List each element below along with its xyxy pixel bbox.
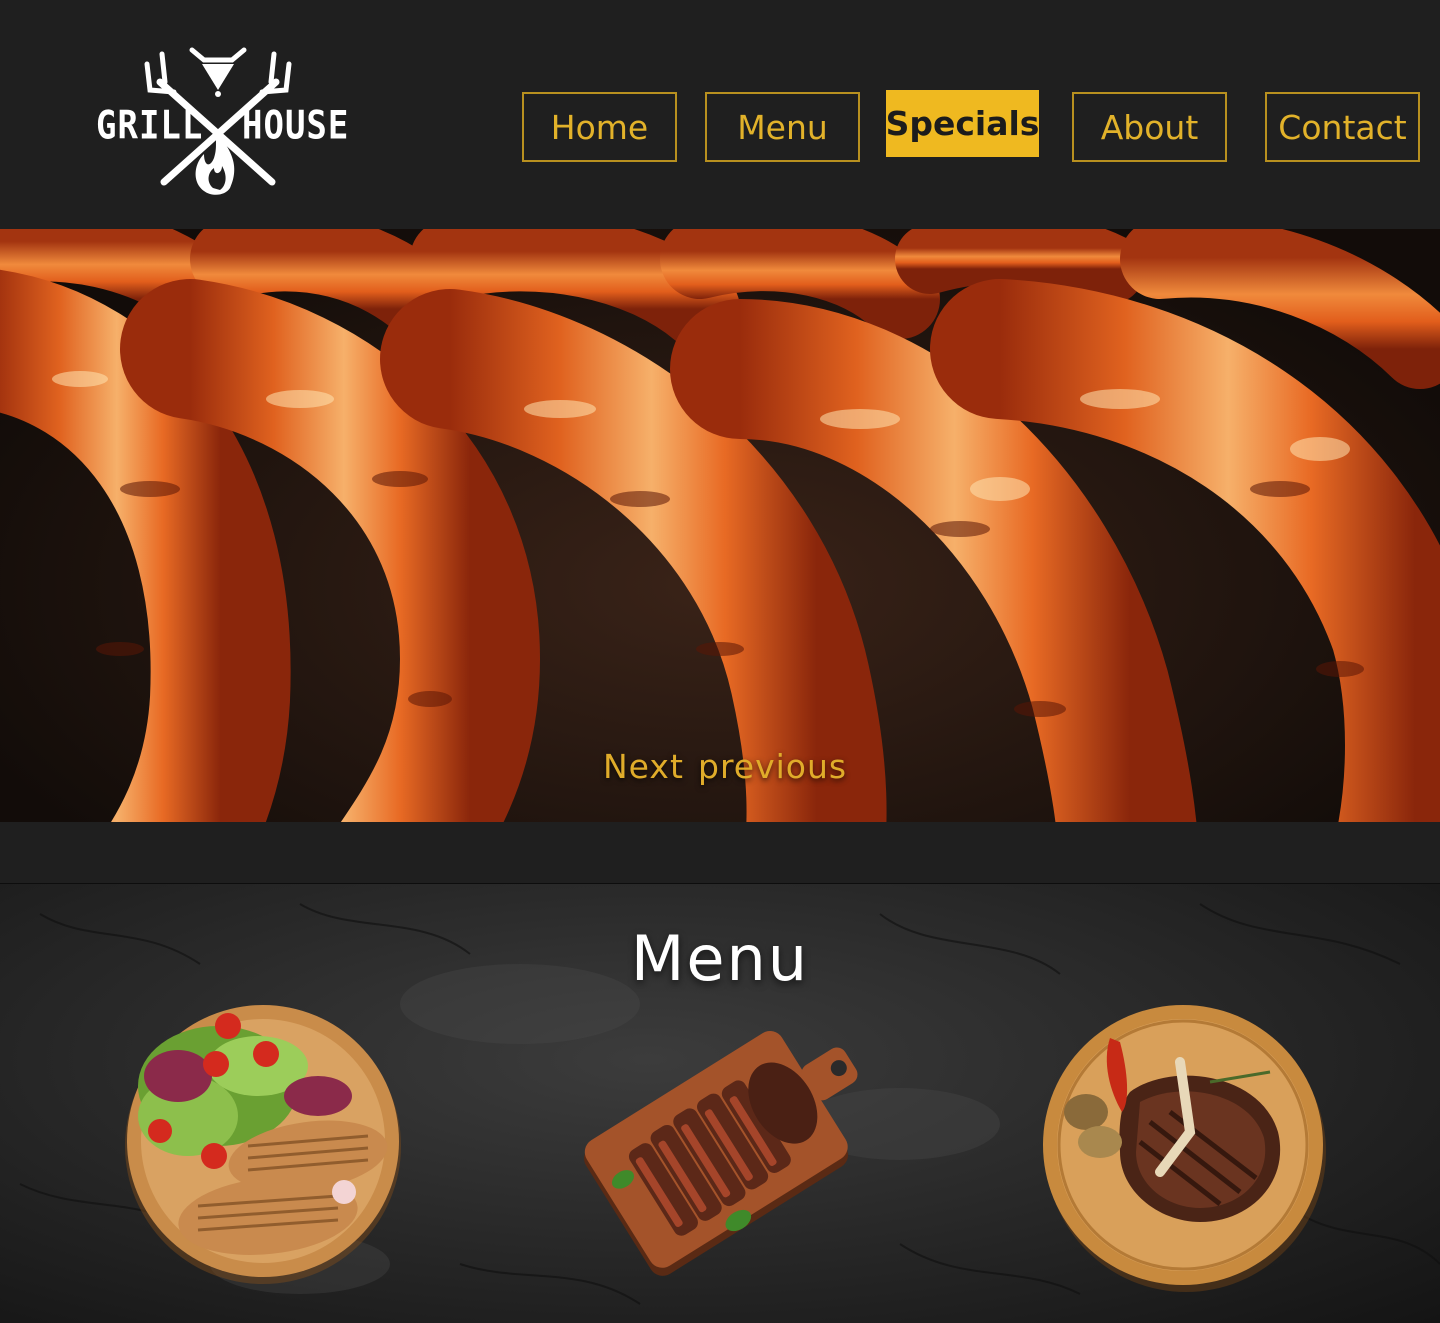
grilled-chicken-salad-dish-image[interactable] <box>118 996 408 1286</box>
slider-previous-button[interactable]: previous <box>698 747 847 786</box>
slider-next-button[interactable]: Next <box>603 747 684 786</box>
site-header: GRILL HOUSE Home Menu Specials About Con… <box>0 0 1440 229</box>
nav-about-button[interactable]: About <box>1072 92 1227 162</box>
menu-section: Menu <box>0 883 1440 1323</box>
hero-slider: Next previous <box>0 229 1440 822</box>
section-spacer <box>0 822 1440 883</box>
tbone-steak-dish-image[interactable] <box>1040 1002 1330 1292</box>
nav-specials-button[interactable]: Specials <box>886 90 1039 157</box>
main-nav: Home Menu Specials About Contact <box>0 0 1440 229</box>
nav-menu-button[interactable]: Menu <box>705 92 860 162</box>
nav-contact-button[interactable]: Contact <box>1265 92 1420 162</box>
sausages-image <box>0 229 1440 822</box>
nav-home-button[interactable]: Home <box>522 92 677 162</box>
menu-section-title: Menu <box>630 922 810 995</box>
sliced-steak-board-dish-image[interactable] <box>578 1016 888 1276</box>
